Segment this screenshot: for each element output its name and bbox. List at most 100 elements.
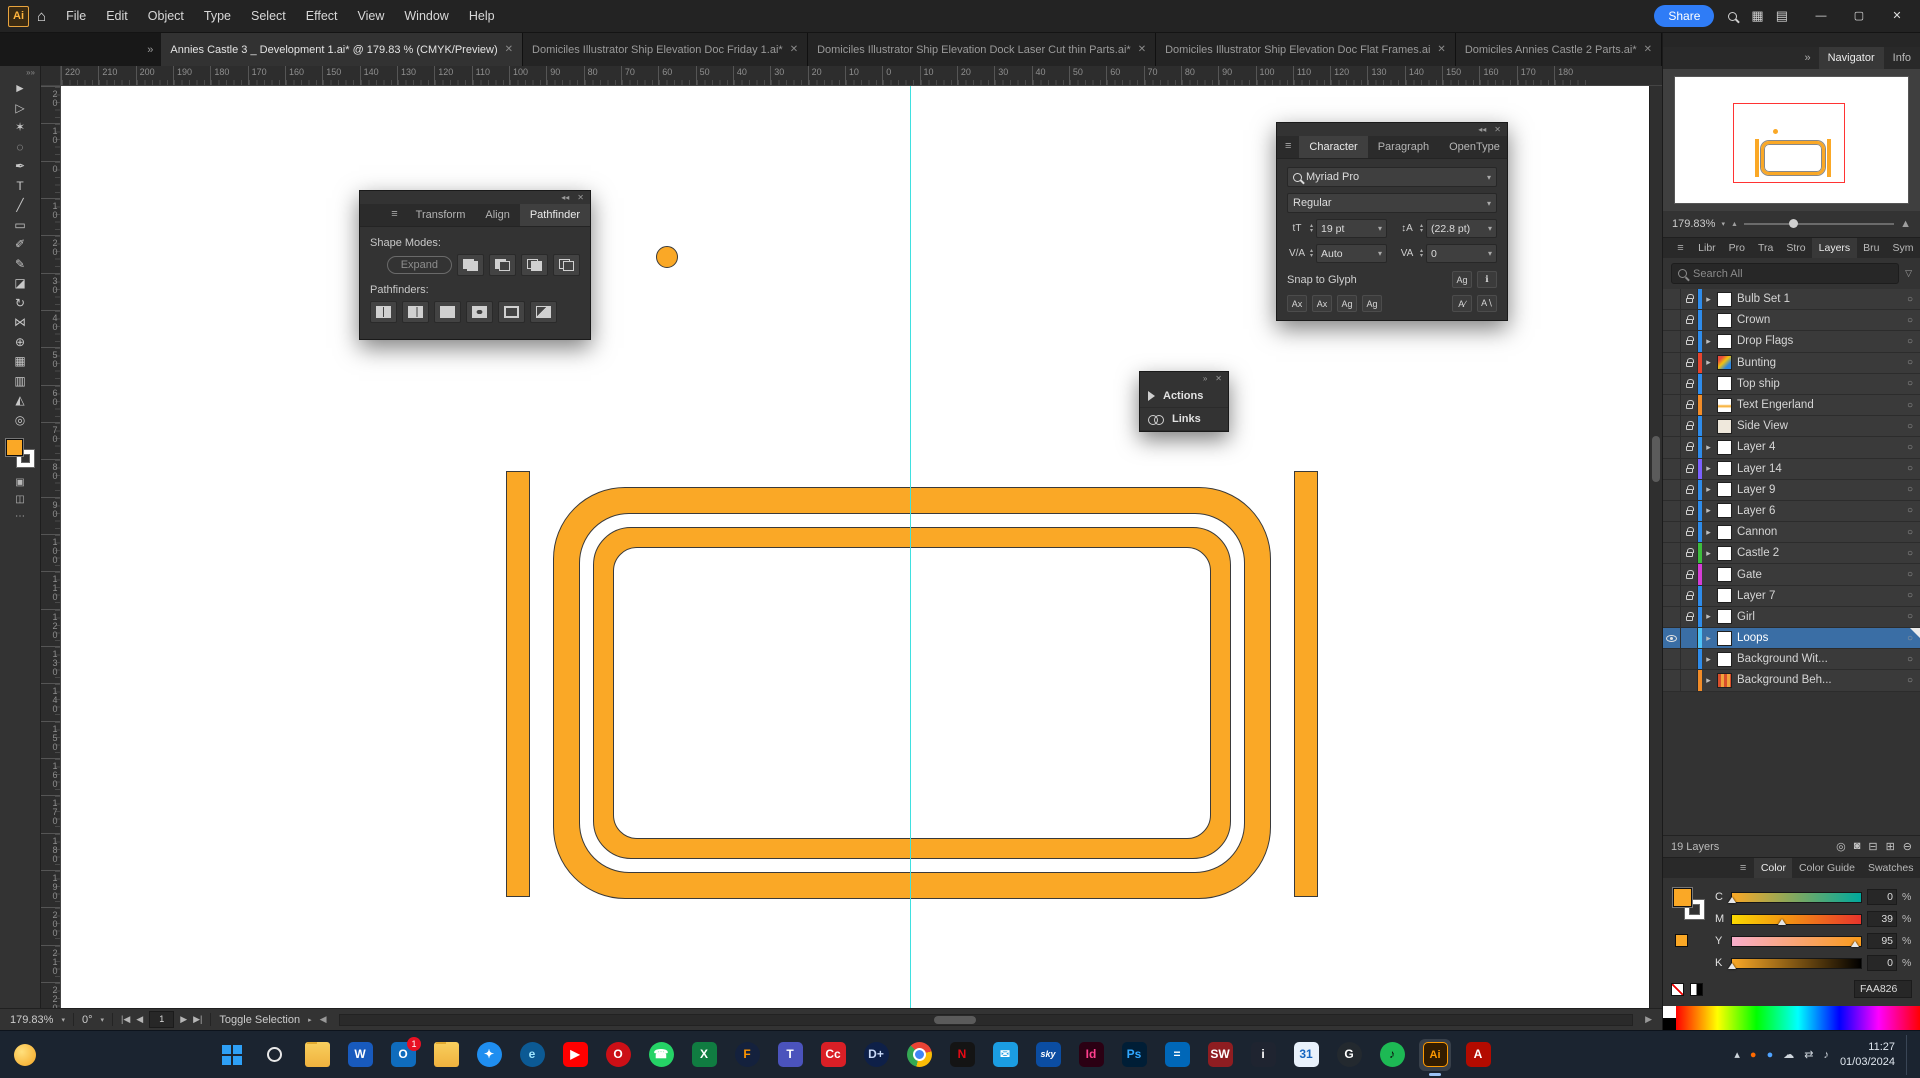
tab-close-icon[interactable]: ✕ bbox=[1644, 44, 1652, 55]
start-button[interactable] bbox=[215, 1039, 247, 1071]
layer-name[interactable]: Cannon bbox=[1737, 526, 1900, 538]
panel-tab[interactable]: Paragraph bbox=[1368, 136, 1439, 158]
panel-close-icon[interactable]: ✕ bbox=[577, 193, 584, 202]
lock-toggle[interactable] bbox=[1681, 374, 1698, 394]
layer-name[interactable]: Layer 4 bbox=[1737, 441, 1900, 453]
kerning-field[interactable]: V/A ▴▾ Auto▾ bbox=[1287, 244, 1387, 263]
navigator-zoom-slider[interactable] bbox=[1744, 223, 1894, 225]
last-color-swatch[interactable] bbox=[1675, 934, 1688, 947]
pen-tool[interactable]: ✒ bbox=[0, 157, 40, 177]
lock-toggle[interactable] bbox=[1681, 437, 1698, 457]
maximize-button[interactable]: ▢ bbox=[1840, 0, 1878, 33]
panel-tab[interactable]: Libr bbox=[1692, 238, 1723, 258]
white-black-ramp[interactable] bbox=[1663, 1006, 1676, 1030]
widgets-icon[interactable] bbox=[14, 1044, 36, 1066]
workspace-switcher-icon[interactable]: ▤ bbox=[1776, 8, 1788, 24]
slider-handle[interactable] bbox=[1728, 963, 1736, 969]
visibility-toggle[interactable] bbox=[1663, 480, 1681, 500]
layer-row[interactable]: Bulb Set 1 bbox=[1663, 289, 1920, 310]
netflix[interactable]: N bbox=[946, 1039, 978, 1071]
layer-name[interactable]: Text Engerland bbox=[1737, 399, 1900, 411]
menu-item[interactable]: View bbox=[348, 0, 395, 33]
expand-arrow-icon[interactable] bbox=[1702, 484, 1715, 495]
visibility-toggle[interactable] bbox=[1663, 564, 1681, 584]
exclude-button[interactable] bbox=[553, 254, 580, 276]
menu-item[interactable]: Object bbox=[138, 0, 194, 33]
layer-name[interactable]: Layer 14 bbox=[1737, 463, 1900, 475]
panel-tab[interactable]: Align bbox=[475, 204, 519, 226]
artwork-right-bar[interactable] bbox=[1294, 471, 1318, 897]
excel[interactable]: X bbox=[688, 1039, 720, 1071]
lock-toggle[interactable] bbox=[1681, 459, 1698, 479]
expand-arrow-icon[interactable] bbox=[1702, 633, 1715, 644]
onedrive-icon[interactable]: ☁ bbox=[1783, 1048, 1794, 1061]
acrobat[interactable]: A bbox=[1462, 1039, 1494, 1071]
snap-glyph-bounds-icon[interactable]: Ag bbox=[1337, 295, 1357, 312]
panel-tab[interactable]: Navigator bbox=[1819, 47, 1884, 69]
menu-item[interactable]: Type bbox=[194, 0, 241, 33]
slider-track[interactable] bbox=[1731, 958, 1862, 969]
lock-toggle[interactable] bbox=[1681, 331, 1698, 351]
lock-toggle[interactable] bbox=[1681, 416, 1698, 436]
visibility-toggle[interactable] bbox=[1663, 416, 1681, 436]
panel-tab[interactable]: Bru bbox=[1857, 238, 1886, 258]
width-tool[interactable]: ⋈ bbox=[0, 313, 40, 333]
expand-arrow-icon[interactable] bbox=[1702, 463, 1715, 474]
target-circle[interactable] bbox=[1900, 484, 1920, 495]
none-swatch[interactable] bbox=[1671, 983, 1684, 996]
expand-arrow-icon[interactable] bbox=[1702, 548, 1715, 559]
tab-overflow-icon[interactable]: » bbox=[139, 44, 161, 56]
info-app[interactable]: i bbox=[1247, 1039, 1279, 1071]
target-circle[interactable] bbox=[1900, 442, 1920, 453]
disney-plus[interactable]: D+ bbox=[860, 1039, 892, 1071]
fill-swatch[interactable] bbox=[1673, 888, 1692, 907]
locate-object-icon[interactable]: ◎ bbox=[1836, 840, 1846, 853]
hex-value-field[interactable]: FAA826 bbox=[1854, 980, 1912, 998]
expand-arrow-icon[interactable] bbox=[1702, 357, 1715, 368]
scroll-right-arrow[interactable]: ▶ bbox=[1645, 1014, 1652, 1025]
target-circle[interactable] bbox=[1900, 336, 1920, 347]
spotify[interactable]: ♪ bbox=[1376, 1039, 1408, 1071]
lock-toggle[interactable] bbox=[1681, 607, 1698, 627]
artwork-outer-loop[interactable] bbox=[553, 487, 1271, 899]
lock-toggle[interactable] bbox=[1681, 628, 1698, 648]
stepper-icon[interactable]: ▴▾ bbox=[1419, 224, 1424, 234]
lock-toggle[interactable] bbox=[1681, 586, 1698, 606]
zoom-out-icon[interactable]: ▲ bbox=[1731, 221, 1738, 228]
snap-angle-right-icon[interactable]: A∖ bbox=[1477, 295, 1497, 312]
outline-button[interactable] bbox=[498, 301, 525, 323]
edit-toolbar-icon[interactable]: ⋯ bbox=[0, 508, 40, 525]
vertical-scroll-thumb[interactable] bbox=[1652, 436, 1660, 482]
tab-close-icon[interactable]: ✕ bbox=[790, 44, 798, 55]
document-tab[interactable]: Domiciles Annies Castle 2 Parts.ai* ✕ bbox=[1456, 33, 1662, 66]
target-circle[interactable] bbox=[1900, 505, 1920, 516]
visibility-toggle[interactable] bbox=[1663, 628, 1681, 648]
visibility-toggle[interactable] bbox=[1663, 459, 1681, 479]
new-sublayer-icon[interactable]: ⊟ bbox=[1868, 840, 1877, 853]
zoom-level[interactable]: 179.83% bbox=[10, 1014, 53, 1026]
layer-row[interactable]: Text Engerland bbox=[1663, 395, 1920, 416]
panel-collapse-icon[interactable]: ◂◂ bbox=[1478, 125, 1486, 134]
crop-button[interactable] bbox=[466, 301, 493, 323]
menu-item[interactable]: Select bbox=[241, 0, 296, 33]
visibility-toggle[interactable] bbox=[1663, 607, 1681, 627]
divide-button[interactable] bbox=[370, 301, 397, 323]
rotate-tool[interactable]: ↻ bbox=[0, 294, 40, 314]
indesign[interactable]: Id bbox=[1075, 1039, 1107, 1071]
artwork-circle[interactable] bbox=[656, 246, 678, 268]
shape-builder-tool[interactable]: ⊕ bbox=[0, 333, 40, 353]
teams[interactable]: T bbox=[774, 1039, 806, 1071]
lock-toggle[interactable] bbox=[1681, 543, 1698, 563]
type-tool[interactable]: T bbox=[0, 177, 40, 197]
document-tab[interactable]: Domiciles Illustrator Ship Elevation Doc… bbox=[808, 33, 1156, 66]
visibility-toggle[interactable] bbox=[1663, 395, 1681, 415]
horizontal-scroll-thumb[interactable] bbox=[934, 1016, 976, 1024]
visibility-toggle[interactable] bbox=[1663, 331, 1681, 351]
rotation-value[interactable]: 0° bbox=[82, 1014, 93, 1026]
panel-tab[interactable]: Stro bbox=[1780, 238, 1812, 258]
stepper-icon[interactable]: ▴▾ bbox=[1309, 224, 1314, 234]
fill-stroke-control[interactable] bbox=[1671, 886, 1715, 974]
layer-row[interactable]: Top ship bbox=[1663, 374, 1920, 395]
target-circle[interactable] bbox=[1900, 378, 1920, 389]
direct-selection-tool[interactable]: ▷ bbox=[0, 99, 40, 119]
